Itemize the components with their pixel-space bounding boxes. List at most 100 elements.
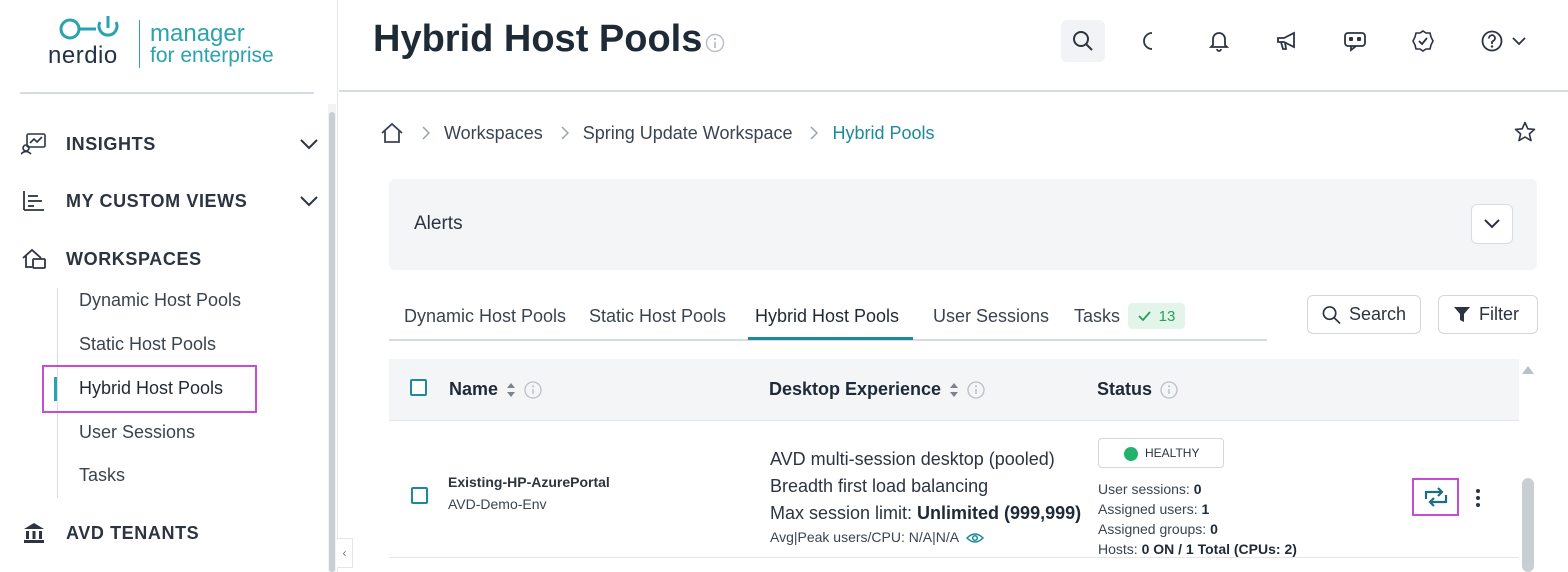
breadcrumb: Workspaces Spring Update Workspace Hybri… <box>380 118 935 148</box>
moon-icon[interactable] <box>1127 20 1171 62</box>
alerts-title: Alerts <box>414 213 463 234</box>
chat-bot-icon[interactable] <box>1333 20 1377 62</box>
sidebar-item-tasks[interactable]: Tasks <box>79 465 125 486</box>
insights-icon <box>20 132 48 156</box>
search-button-label: Search <box>1348 304 1406 324</box>
chevron-down-icon <box>1484 219 1500 229</box>
main-scroll-thumb[interactable] <box>1522 478 1534 572</box>
bell-icon[interactable] <box>1197 20 1241 62</box>
sidebar-section-insights[interactable]: INSIGHTS <box>20 127 320 161</box>
logo-wordmark: nerdio <box>48 42 118 69</box>
tab-tasks[interactable]: Tasks <box>1074 306 1120 341</box>
column-header-name[interactable]: Name <box>449 379 542 400</box>
sidebar-scroll-thumb[interactable] <box>329 112 335 572</box>
column-desktop-experience-label: Desktop Experience <box>769 379 942 399</box>
sidebar-item-hybrid-host-pools[interactable]: Hybrid Host Pools <box>79 378 223 399</box>
logo-product-line2: for enterprise <box>150 44 274 67</box>
sort-icon[interactable] <box>949 382 959 398</box>
tab-static-host-pools[interactable]: Static Host Pools <box>589 306 726 341</box>
repeat-icon <box>1424 487 1447 507</box>
column-name-label: Name <box>449 379 499 399</box>
hosts-label: Hosts: <box>1098 541 1138 557</box>
more-options-icon[interactable] <box>1467 486 1489 510</box>
filter-button-label: Filter <box>1479 304 1519 324</box>
info-icon[interactable] <box>705 33 725 58</box>
table-header: Name Desktop Experience Status <box>389 359 1519 421</box>
scroll-up-arrow-icon[interactable] <box>1521 362 1535 380</box>
assigned-users-value: 1 <box>1201 501 1210 517</box>
alerts-panel: Alerts <box>389 179 1537 270</box>
home-icon[interactable] <box>380 122 404 144</box>
tab-bar: Dynamic Host Pools Static Host Pools Hyb… <box>389 296 1267 341</box>
sidebar-collapse-button[interactable]: ‹ <box>337 538 353 568</box>
tab-hybrid-host-pools[interactable]: Hybrid Host Pools <box>755 306 899 341</box>
sidebar-section-workspaces[interactable]: WORKSPACES <box>20 242 320 276</box>
convert-action-button[interactable] <box>1412 478 1459 516</box>
logo-divider <box>139 20 140 68</box>
sort-icon[interactable] <box>506 382 516 398</box>
bank-icon <box>20 521 48 545</box>
assigned-users-stat: Assigned users: 1 <box>1098 501 1209 517</box>
breadcrumb-workspace[interactable]: Spring Update Workspace <box>583 123 793 144</box>
tasks-count-badge: 13 <box>1128 303 1185 329</box>
select-all-checkbox[interactable] <box>410 379 427 396</box>
sidebar-item-user-sessions[interactable]: User Sessions <box>79 422 195 443</box>
breadcrumb-workspaces[interactable]: Workspaces <box>444 123 543 144</box>
assigned-groups-stat: Assigned groups: 0 <box>1098 521 1218 537</box>
tab-user-sessions[interactable]: User Sessions <box>933 306 1049 341</box>
badge-check-icon[interactable] <box>1401 20 1445 62</box>
active-tab-indicator <box>748 337 913 340</box>
sidebar-section-custom-views[interactable]: MY CUSTOM VIEWS <box>20 184 320 218</box>
sidebar-section-label: WORKSPACES <box>66 248 202 269</box>
chevron-down-icon[interactable] <box>298 190 320 212</box>
desktop-type: AVD multi-session desktop (pooled) <box>770 449 1055 469</box>
sidebar: nerdio manager for enterprise INSIGHTS M… <box>0 0 338 572</box>
max-session-limit: Max session limit: Unlimited (999,999) <box>770 503 1081 524</box>
filter-icon <box>1454 306 1470 322</box>
info-icon[interactable] <box>967 380 985 399</box>
sidebar-section-label: AVD TENANTS <box>66 522 200 543</box>
avg-peak-value: N/A|N/A <box>908 529 959 545</box>
chevron-down-icon[interactable] <box>298 133 320 155</box>
column-header-status[interactable]: Status <box>1097 379 1178 400</box>
filter-button[interactable]: Filter <box>1438 295 1538 334</box>
check-icon <box>1138 311 1151 321</box>
workspaces-icon <box>20 247 48 271</box>
column-header-desktop-experience[interactable]: Desktop Experience <box>769 379 985 400</box>
megaphone-icon[interactable] <box>1265 20 1309 62</box>
hosts-value: 0 ON / 1 Total (CPUs: 2) <box>1141 541 1297 557</box>
host-pool-workspace: AVD-Demo-Env <box>448 496 547 512</box>
top-header: Hybrid Host Pools <box>339 0 1568 92</box>
status-badge: HEALTHY <box>1098 438 1224 468</box>
table-row[interactable]: Existing-HP-AzurePortal AVD-Demo-Env AVD… <box>389 422 1519 558</box>
search-button[interactable]: Search <box>1307 295 1421 334</box>
breadcrumb-current: Hybrid Pools <box>832 122 935 143</box>
active-item-indicator <box>54 377 57 401</box>
sidebar-item-dynamic-host-pools[interactable]: Dynamic Host Pools <box>79 290 241 311</box>
user-sessions-value: 0 <box>1193 481 1202 497</box>
search-icon[interactable] <box>1061 20 1105 62</box>
assigned-users-label: Assigned users: <box>1098 501 1198 517</box>
tab-dynamic-host-pools[interactable]: Dynamic Host Pools <box>404 306 566 341</box>
row-checkbox[interactable] <box>411 487 428 504</box>
info-icon[interactable] <box>524 380 542 399</box>
nerdio-logo[interactable]: nerdio manager for enterprise <box>48 14 288 70</box>
info-icon[interactable] <box>1160 380 1178 399</box>
load-balancing: Breadth first load balancing <box>770 476 989 496</box>
star-icon[interactable] <box>1514 121 1536 148</box>
sidebar-section-avd-tenants[interactable]: AVD TENANTS <box>20 516 320 550</box>
power-logo-icon <box>59 16 119 40</box>
alerts-expand-button[interactable] <box>1471 204 1513 244</box>
max-session-value: Unlimited (999,999) <box>917 503 1082 523</box>
host-pool-name[interactable]: Existing-HP-AzurePortal <box>448 474 610 490</box>
column-status-label: Status <box>1097 379 1153 399</box>
max-session-label: Max session limit: <box>770 503 913 523</box>
sidebar-item-static-host-pools[interactable]: Static Host Pools <box>79 334 216 355</box>
user-sessions-stat: User sessions: 0 <box>1098 481 1202 497</box>
chevron-down-icon[interactable] <box>1507 20 1531 62</box>
avg-peak-label: Avg|Peak users/CPU: <box>770 529 905 545</box>
tasks-count: 13 <box>1158 307 1176 325</box>
eye-icon[interactable] <box>966 532 985 544</box>
chevron-right-icon <box>422 126 430 140</box>
chevron-right-icon <box>810 126 819 140</box>
